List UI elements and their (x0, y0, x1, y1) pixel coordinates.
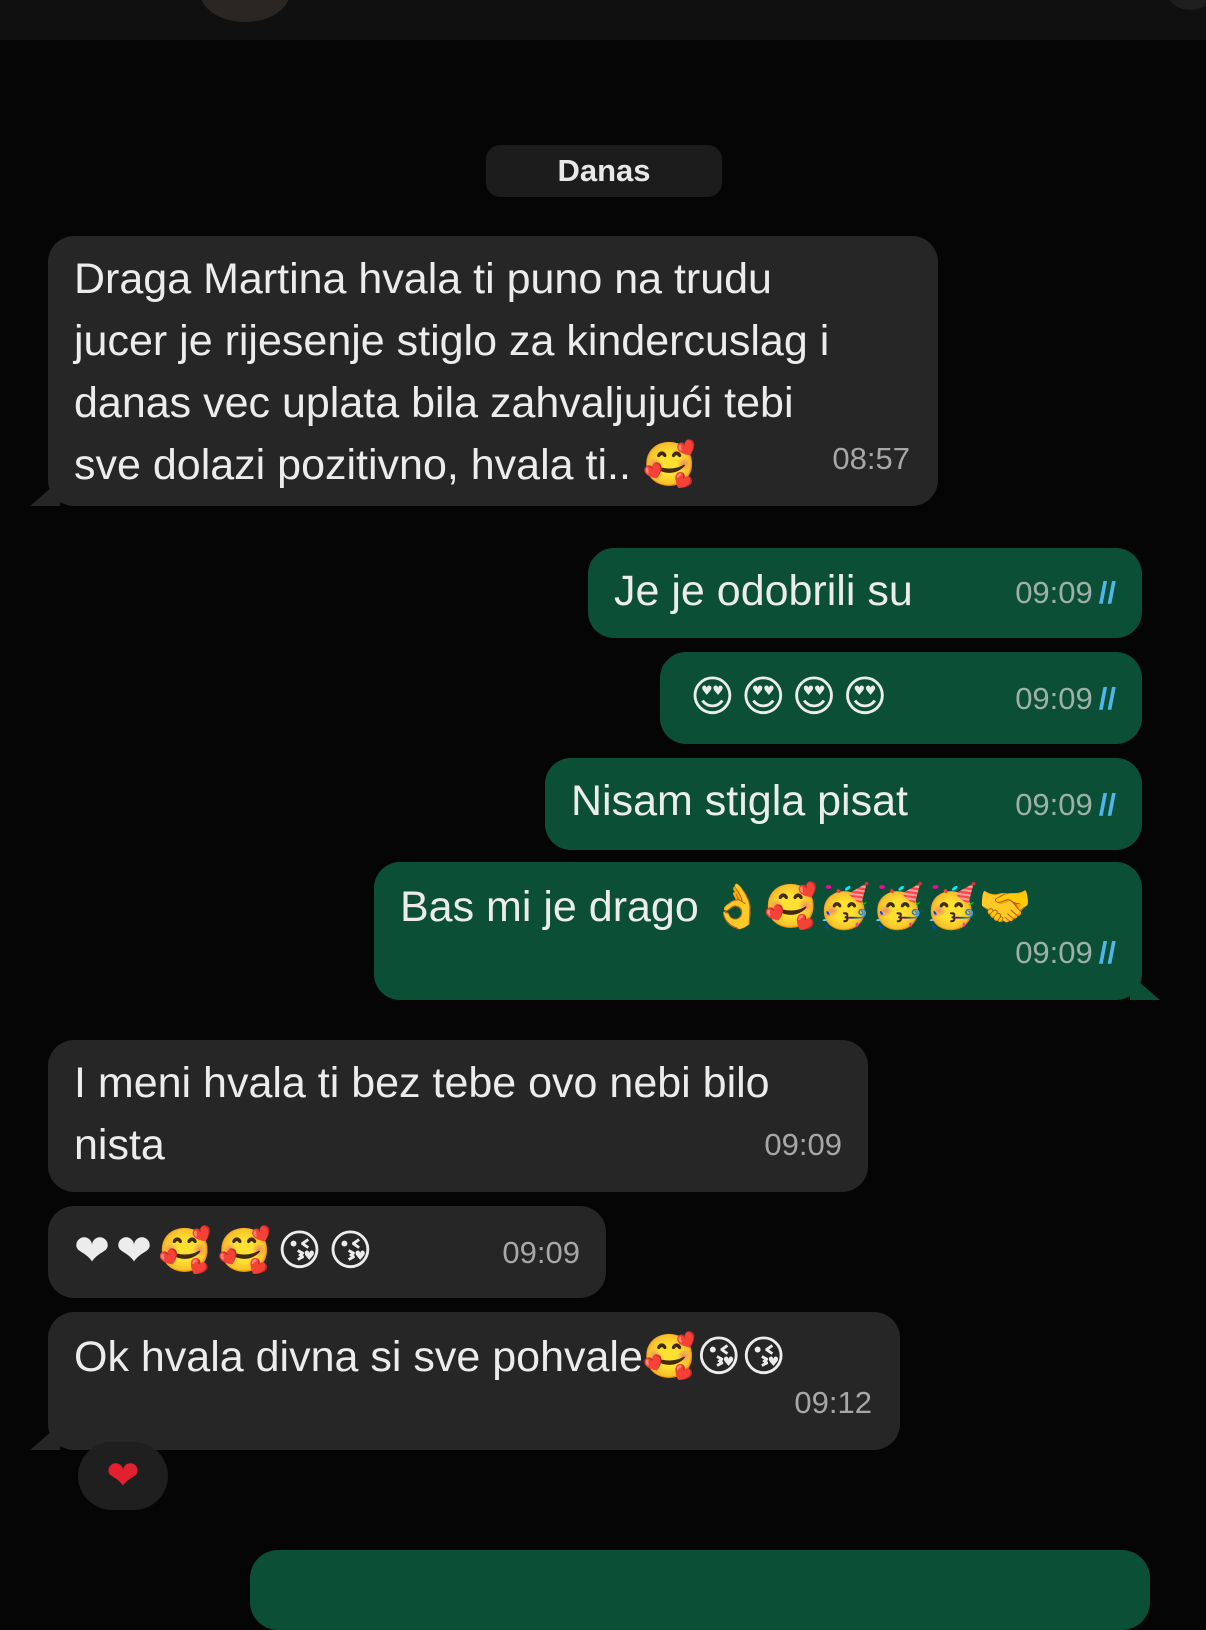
message-time: 09:09// (1015, 774, 1116, 836)
message-time-label: 09:09 (1015, 935, 1093, 970)
message-text: 😍😍😍😍 (690, 672, 894, 722)
message-text: ❤❤🥰🥰😘😘 (74, 1226, 379, 1276)
message-text: Draga Martina hvala ti puno na trudu juc… (74, 255, 830, 489)
call-icon[interactable] (1166, 0, 1206, 10)
message-time: 09:09 (502, 1235, 580, 1270)
message-time: 09:09// (1015, 562, 1116, 624)
message-text: Nisam stigla pisat (571, 777, 908, 825)
message-bubble-incoming[interactable]: Draga Martina hvala ti puno na trudu juc… (48, 236, 938, 506)
message-bubble-outgoing[interactable]: Je je odobrili su 09:09// (588, 548, 1142, 638)
bubble-tail (1130, 974, 1160, 1000)
message-text: Ok hvala divna si sve pohvale🥰😘😘 (74, 1333, 787, 1381)
message-bubble-incoming[interactable]: Ok hvala divna si sve pohvale🥰😘😘 09:12 (48, 1312, 900, 1450)
message-bubble-outgoing[interactable]: Bas mi je drago 👌🥰🥳🥳🥳🤝 09:09// (374, 862, 1142, 1000)
message-bubble-outgoing[interactable]: Nisam stigla pisat 09:09// (545, 758, 1142, 850)
message-time-label: 09:09 (1015, 681, 1093, 716)
message-time-label: 09:09 (1015, 787, 1093, 822)
message-bubble-incoming[interactable]: ❤❤🥰🥰😘😘 09:09 (48, 1206, 606, 1298)
message-time: 09:09// (1015, 922, 1116, 984)
read-receipt-icon: // (1098, 935, 1116, 970)
read-receipt-icon: // (1098, 681, 1116, 716)
date-separator: Danas (486, 145, 722, 197)
message-time: 08:57 (832, 441, 910, 476)
message-time: 09:09 (764, 1127, 842, 1162)
message-bubble-outgoing[interactable]: 😍😍😍😍 09:09// (660, 652, 1142, 744)
message-time: 09:09// (1015, 668, 1116, 730)
read-receipt-icon: // (1098, 787, 1116, 822)
bubble-tail (30, 1424, 60, 1450)
chat-header (0, 0, 1206, 40)
message-bubble-outgoing-partial[interactable] (250, 1550, 1150, 1630)
message-text: Bas mi je drago 👌🥰🥳🥳🥳🤝 (400, 883, 1032, 931)
heart-reaction-icon[interactable]: ❤ (78, 1442, 168, 1510)
message-text: I meni hvala ti bez tebe ovo nebi bilo n… (74, 1059, 770, 1169)
read-receipt-icon: // (1098, 575, 1116, 610)
message-time-label: 09:09 (1015, 575, 1093, 610)
message-bubble-incoming[interactable]: I meni hvala ti bez tebe ovo nebi bilo n… (48, 1040, 868, 1192)
message-text: Je je odobrili su (614, 567, 913, 615)
bubble-tail (30, 480, 60, 506)
message-time: 09:12 (794, 1385, 872, 1420)
contact-avatar[interactable] (200, 0, 290, 22)
